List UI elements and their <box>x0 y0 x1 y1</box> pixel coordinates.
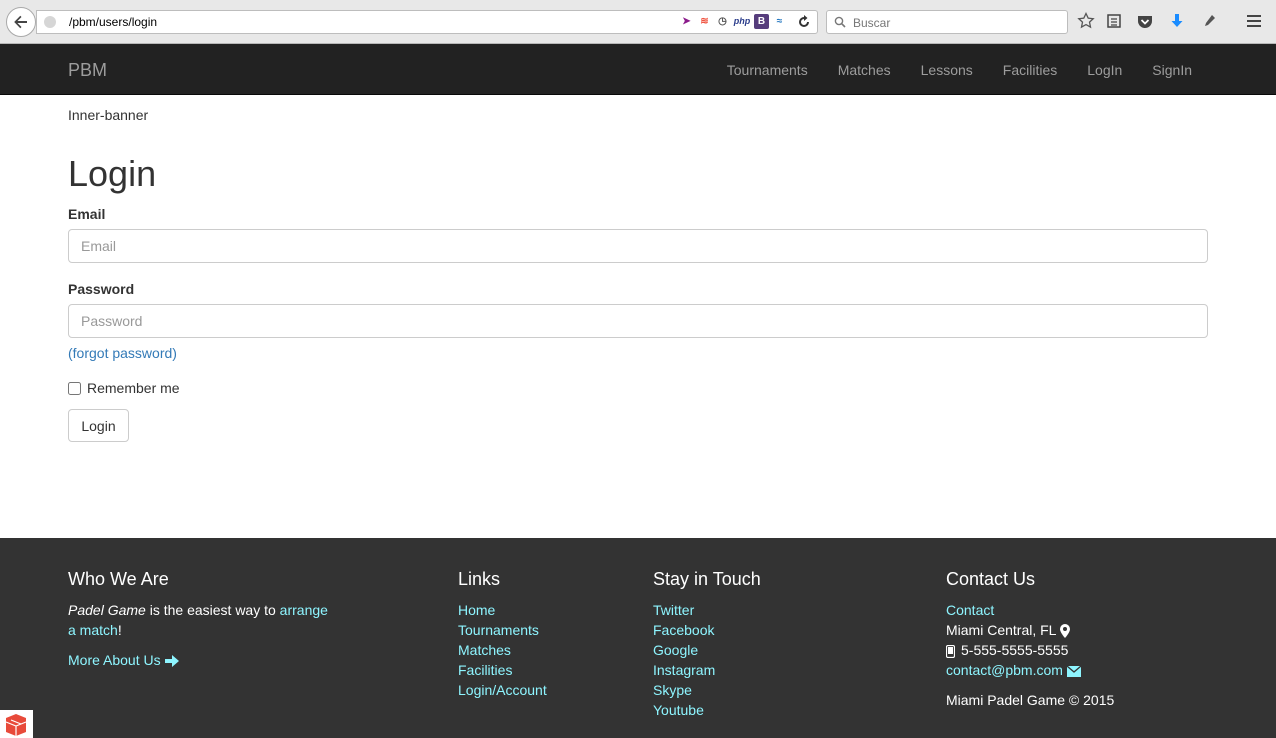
footer-link-youtube[interactable]: Youtube <box>653 700 761 720</box>
clock-icon[interactable]: ◷ <box>715 14 730 29</box>
footer-link-tournaments[interactable]: Tournaments <box>458 620 547 640</box>
footer-link-home[interactable]: Home <box>458 600 547 620</box>
footer-contact-us: Contact Us Contact Miami Central, FL 5-5… <box>945 569 1115 710</box>
remember-me: Remember me <box>68 380 180 396</box>
globe-icon <box>44 16 56 28</box>
forgot-password-link[interactable]: (forgot password) <box>68 345 177 361</box>
menu-icon[interactable] <box>1245 12 1263 30</box>
footer-link-facebook[interactable]: Facebook <box>653 620 761 640</box>
footer-link-contact[interactable]: Contact <box>946 600 1114 620</box>
more-about-us-link[interactable]: More About Us <box>68 652 161 668</box>
email-label: Email <box>68 206 106 222</box>
remember-me-label: Remember me <box>87 380 180 396</box>
bootstrap-icon[interactable]: B <box>754 14 769 29</box>
footer-link-facilities[interactable]: Facilities <box>458 660 547 680</box>
footer-phone: 5-555-5555-5555 <box>945 640 1114 660</box>
footer-link-twitter[interactable]: Twitter <box>653 600 761 620</box>
nav-link-facilities[interactable]: Facilities <box>1003 62 1057 78</box>
footer-heading-links: Links <box>458 569 501 589</box>
footer-who-text: Padel Game is the easiest way to arrange… <box>68 600 338 640</box>
footer-who-end: ! <box>117 622 122 638</box>
search-placeholder: Buscar <box>853 16 891 30</box>
nav-menu: Tournaments Matches Lessons Facilities L… <box>727 62 1192 78</box>
footer-link-matches[interactable]: Matches <box>458 640 547 660</box>
pocket-icon[interactable] <box>1136 12 1154 30</box>
feather-icon[interactable]: ➤ <box>679 14 694 29</box>
footer-address-text: Miami Central, FL <box>946 622 1057 638</box>
footer-who-we-are: Who We Are Padel Game is the easiest way… <box>68 569 338 670</box>
footer-copyright: Miami Padel Game © 2015 <box>946 692 1115 708</box>
phone-icon <box>945 644 956 658</box>
footer-address: Miami Central, FL <box>946 620 1114 640</box>
php-icon[interactable]: php <box>733 14 751 29</box>
nav-link-matches[interactable]: Matches <box>838 62 891 78</box>
reload-icon[interactable] <box>797 14 811 30</box>
footer-who-italic: Padel Game <box>68 602 146 618</box>
footer-link-instagram[interactable]: Instagram <box>653 660 761 680</box>
inner-banner: Inner-banner <box>68 107 149 123</box>
footer-phone-text: 5-555-5555-5555 <box>961 642 1069 658</box>
footer-link-skype[interactable]: Skype <box>653 680 761 700</box>
search-icon <box>834 16 846 28</box>
envelope-icon <box>1066 665 1081 677</box>
extension-icons: ➤ ≋ ◷ php B ≈ <box>679 14 787 29</box>
nav-link-lessons[interactable]: Lessons <box>921 62 973 78</box>
back-button[interactable] <box>6 7 36 37</box>
footer-who-body: is the easiest way to <box>145 602 280 618</box>
page-title: Login <box>68 153 157 194</box>
map-marker-icon <box>1060 624 1071 639</box>
download-icon[interactable] <box>1168 12 1186 30</box>
footer-heading-who: Who We Are <box>68 569 169 589</box>
laravel-icon[interactable]: ≋ <box>697 14 712 29</box>
footer-stay-in-touch: Stay in Touch Twitter Facebook Google In… <box>653 569 761 720</box>
login-button[interactable]: Login <box>68 409 129 442</box>
reading-list-icon[interactable] <box>1105 12 1123 30</box>
brand-logo[interactable]: PBM <box>68 60 107 81</box>
footer-link-login-account[interactable]: Login/Account <box>458 680 547 700</box>
footer-email: contact@pbm.com <box>946 660 1114 680</box>
back-arrow-icon <box>14 15 27 29</box>
footer-heading-touch: Stay in Touch <box>653 569 761 589</box>
url-text: /pbm/users/login <box>69 15 158 29</box>
more-about-us: More About Us <box>68 650 338 670</box>
remember-me-checkbox[interactable] <box>68 381 81 395</box>
nav-link-tournaments[interactable]: Tournaments <box>727 62 808 78</box>
browser-toolbar: /pbm/users/login ➤ ≋ ◷ php B ≈ Buscar <box>0 0 1276 44</box>
footer-heading-contact: Contact Us <box>946 569 1036 589</box>
password-label: Password <box>68 281 135 297</box>
footer-link-google[interactable]: Google <box>653 640 761 660</box>
footer-links: Links Home Tournaments Matches Facilitie… <box>458 569 547 700</box>
search-input[interactable]: Buscar <box>826 10 1068 34</box>
corner-badge[interactable] <box>0 710 33 738</box>
nav-link-login[interactable]: LogIn <box>1087 62 1122 78</box>
wave-icon[interactable]: ≈ <box>772 14 787 29</box>
dropper-icon[interactable] <box>1200 12 1218 30</box>
bookmark-star-icon[interactable] <box>1077 12 1095 30</box>
arrow-right-icon <box>164 655 179 668</box>
password-field[interactable] <box>68 304 1208 338</box>
site-footer: Who We Are Padel Game is the easiest way… <box>0 538 1276 738</box>
site-navbar: PBM Tournaments Matches Lessons Faciliti… <box>0 44 1276 95</box>
address-bar[interactable]: /pbm/users/login ➤ ≋ ◷ php B ≈ <box>36 10 818 34</box>
email-field[interactable] <box>68 229 1208 263</box>
footer-email-link[interactable]: contact@pbm.com <box>946 662 1063 678</box>
brick-logo-icon <box>5 714 27 736</box>
nav-link-signin[interactable]: SignIn <box>1152 62 1192 78</box>
